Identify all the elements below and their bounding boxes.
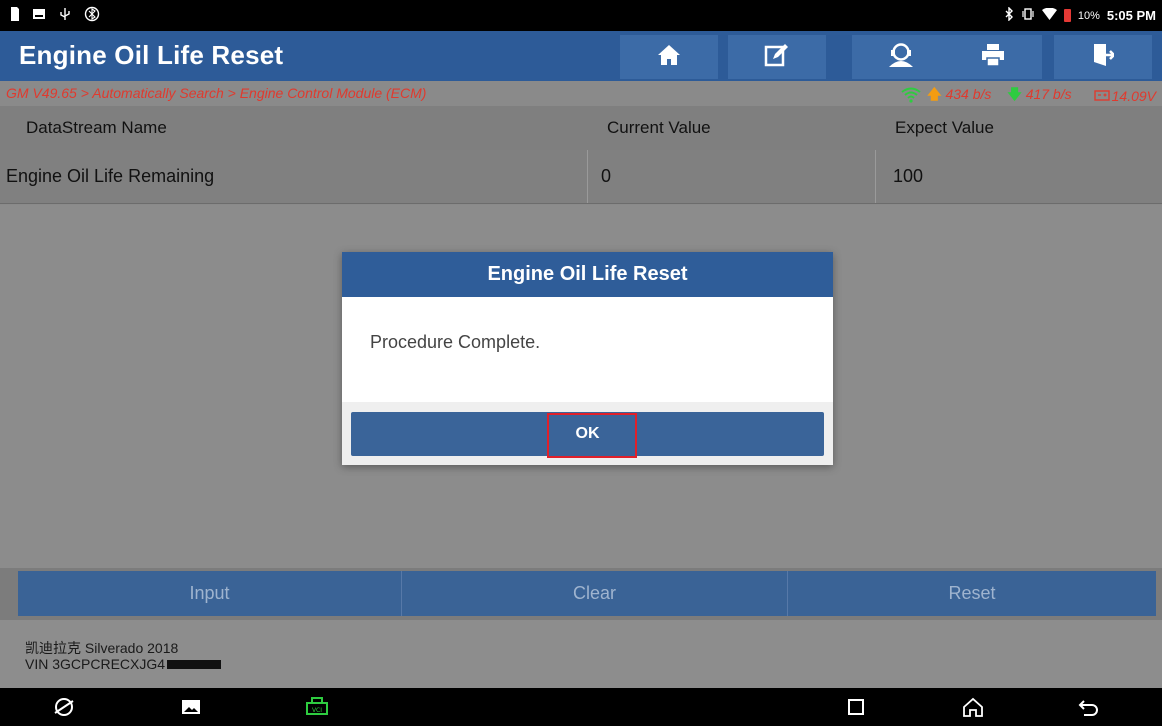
action-bar: Input Clear Reset [0,568,1162,620]
table-row: Engine Oil Life Remaining 0 100 [0,150,1162,204]
column-header-name: DataStream Name [26,118,167,137]
home-button[interactable] [620,35,718,79]
reset-button[interactable]: Reset [788,571,1156,616]
battery-icon [1063,9,1071,22]
user-support-button[interactable] [852,35,950,79]
connection-status: 🡅 434 b/s 🡇 417 b/s 14.09V [901,84,1156,108]
svg-text:VCI: VCI [312,707,322,714]
battery-percent: 10% [1077,9,1100,22]
app-header: Engine Oil Life Reset [0,31,1162,81]
recents-icon[interactable] [843,695,869,719]
breadcrumb-bar: GM V49.65 > Automatically Search > Engin… [0,81,1162,106]
vin-number: VIN 3GCPCRECXJG4 [25,656,166,672]
row-current-value: 0 [601,166,612,186]
system-nav-bar: VCI [0,688,1162,726]
usb-icon [58,7,72,26]
status-bar: 10% 5:05 PM [0,0,1162,31]
sim-card-icon [10,6,20,27]
battery-voltage-icon [1093,88,1110,104]
vehicle-info: 凯迪拉克 Silverado 2018 VIN 3GCPCRECXJG4 [0,620,1162,688]
vin-line: VIN 3GCPCRECXJG4 [25,656,222,672]
upload-arrow-icon: 🡅 [927,86,942,102]
dialog-title: Engine Oil Life Reset [342,252,833,297]
user-support-icon [887,42,915,73]
dialog-message: Procedure Complete. [370,332,541,352]
page-title: Engine Oil Life Reset [19,40,284,70]
column-header-expected: Expect Value [895,118,994,137]
wifi-signal-icon [901,87,921,106]
edit-report-icon [764,43,790,72]
ok-button-label: OK [575,425,600,442]
redacted-block [167,659,222,669]
voltage-readout: 14.09V [1111,88,1156,104]
download-rate: 417 b/s [1025,86,1072,102]
row-name: Engine Oil Life Remaining [6,166,215,186]
print-icon [981,43,1005,72]
vehicle-model: 凯迪拉克 Silverado 2018 [25,640,179,656]
wifi-icon [1041,7,1057,24]
gallery-icon[interactable] [178,695,204,719]
ok-button[interactable]: OK [351,412,824,456]
column-header-current: Current Value [607,118,711,137]
edit-report-button[interactable] [728,35,826,79]
print-button[interactable] [944,35,1042,79]
breadcrumb: GM V49.65 > Automatically Search > Engin… [6,85,427,101]
procedure-complete-dialog: Engine Oil Life Reset Procedure Complete… [342,252,833,465]
exit-button[interactable] [1054,35,1152,79]
download-arrow-icon: 🡇 [1007,86,1022,102]
bluetooth-icon [1004,6,1014,24]
dialog-button-area: OK [342,402,833,465]
datastream-table-header: DataStream Name Current Value Expect Val… [0,106,1162,150]
vci-icon[interactable]: VCI [304,695,330,719]
image-notification-icon [32,7,46,26]
row-expected-value: 100 [893,166,924,186]
clear-button[interactable]: Clear [402,571,788,616]
vibrate-icon [1021,7,1035,24]
exit-icon [1092,43,1116,72]
upload-rate: 434 b/s [945,86,992,102]
back-icon[interactable] [1076,695,1102,719]
clock: 5:05 PM [1106,8,1156,23]
browser-icon[interactable] [51,695,77,719]
bluetooth-circle-icon [84,6,100,27]
home-icon [657,44,681,71]
home-nav-icon[interactable] [960,695,986,719]
input-button[interactable]: Input [18,571,402,616]
